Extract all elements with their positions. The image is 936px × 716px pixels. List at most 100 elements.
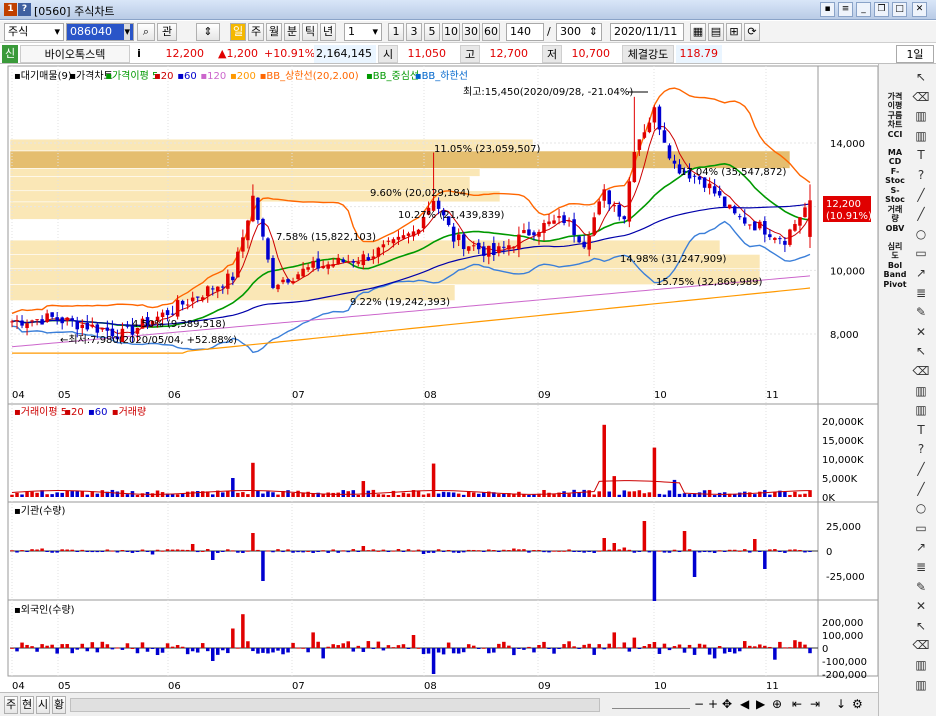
cursor-icon[interactable]: ↖ xyxy=(911,70,931,88)
lock-icon[interactable]: ⊞ xyxy=(726,23,742,41)
indicator-btn[interactable]: MA CD xyxy=(883,148,907,166)
chart-icon[interactable]: ▥ xyxy=(911,403,931,421)
market-select[interactable]: 주식 ▾ xyxy=(4,23,64,41)
refresh-icon[interactable]: ⟳ xyxy=(744,23,760,41)
line-icon[interactable]: ╱ xyxy=(911,207,931,225)
period-button[interactable]: 1일 xyxy=(896,45,934,63)
chart-icon[interactable]: ▥ xyxy=(911,129,931,147)
indicator-btn[interactable]: 거래 량 xyxy=(883,205,907,223)
scroll-right-icon[interactable]: ▶ xyxy=(756,697,765,711)
fib-icon[interactable]: ≣ xyxy=(911,560,931,578)
candle-body xyxy=(291,281,295,284)
help-icon[interactable]: ? xyxy=(18,3,31,16)
horizontal-scrollbar[interactable] xyxy=(70,698,600,712)
tab-market[interactable]: 시 xyxy=(36,696,50,714)
interval-1-button[interactable]: 1 xyxy=(388,23,404,41)
jump-start-icon[interactable]: ⇤ xyxy=(792,697,802,711)
zoom-slider[interactable] xyxy=(612,699,690,709)
line-icon[interactable]: ╱ xyxy=(911,188,931,206)
move-icon[interactable]: ✥ xyxy=(722,697,732,711)
month-button[interactable]: 월 xyxy=(266,23,282,41)
stock-name[interactable]: 바이오톡스텍 xyxy=(20,45,130,63)
interval-30-button[interactable]: 30 xyxy=(462,23,480,41)
tab-status[interactable]: 황 xyxy=(52,696,66,714)
circle-icon[interactable]: ○ xyxy=(911,227,931,245)
minute-button[interactable]: 분 xyxy=(284,23,300,41)
interval-3-button[interactable]: 3 xyxy=(406,23,422,41)
max-icon[interactable]: □ xyxy=(892,2,907,17)
count-select[interactable]: 1 ▾ xyxy=(344,23,382,41)
indicator-btn[interactable]: 구름 차트 xyxy=(883,111,907,129)
pin-icon[interactable]: ▪ xyxy=(820,2,835,17)
chart-icon[interactable]: ▥ xyxy=(911,109,931,127)
rect-icon[interactable]: ▭ xyxy=(911,246,931,264)
cursor-icon[interactable]: ↖ xyxy=(911,344,931,362)
circle-icon[interactable]: ○ xyxy=(911,501,931,519)
indicator-btn[interactable]: OBV xyxy=(883,224,907,233)
day-button[interactable]: 일 xyxy=(230,23,246,41)
text-icon[interactable]: T xyxy=(911,148,931,166)
chart-icon[interactable]: ▥ xyxy=(911,678,931,696)
copy-icon[interactable]: ❐ xyxy=(874,2,889,17)
pencil-icon[interactable]: ✎ xyxy=(911,580,931,598)
indicator-btn[interactable]: S- Stoc xyxy=(883,186,907,204)
grid-icon[interactable]: ▤ xyxy=(708,23,724,41)
line-icon[interactable]: ╱ xyxy=(911,482,931,500)
interval-10-button[interactable]: 10 xyxy=(442,23,460,41)
indicator-btn[interactable]: 가격 이평 xyxy=(883,92,907,110)
indicator-btn[interactable]: Bol Band xyxy=(883,261,907,279)
arrow-icon[interactable]: ↗ xyxy=(911,266,931,284)
watch-button[interactable]: 관 xyxy=(157,23,177,41)
chart-icon[interactable]: ▥ xyxy=(911,384,931,402)
search-icon[interactable]: ⌕ xyxy=(137,23,155,41)
week-button[interactable]: 주 xyxy=(248,23,264,41)
code-input[interactable]: 086040 ▾ xyxy=(66,23,134,41)
rect-icon[interactable]: ▭ xyxy=(911,521,931,539)
indicator-btn[interactable]: Pivot xyxy=(883,280,907,289)
line-icon[interactable]: ╱ xyxy=(911,462,931,480)
delete-icon[interactable]: ✕ xyxy=(911,325,931,343)
jump-end-icon[interactable]: ⇥ xyxy=(810,697,820,711)
question-icon[interactable]: ? xyxy=(911,442,931,460)
chart-icon[interactable]: ▥ xyxy=(911,658,931,676)
display-count-input[interactable]: 140 ⇕ xyxy=(506,23,544,41)
indicator-btn[interactable]: F- Stoc xyxy=(883,167,907,185)
cursor-icon[interactable]: ↖ xyxy=(911,619,931,637)
interval-60-button[interactable]: 60 xyxy=(482,23,500,41)
arrow-icon[interactable]: ↗ xyxy=(911,540,931,558)
total-count-input[interactable]: 300 ⇕ xyxy=(556,23,602,41)
close-icon[interactable]: ✕ xyxy=(912,2,927,17)
eraser-icon[interactable]: ⌫ xyxy=(911,638,931,656)
info-icon[interactable]: i xyxy=(132,45,146,63)
year-button[interactable]: 년 xyxy=(320,23,336,41)
pencil-icon[interactable]: ✎ xyxy=(911,305,931,323)
eraser-icon[interactable]: ⌫ xyxy=(911,364,931,382)
foreign-bar xyxy=(522,648,526,650)
date-input[interactable]: 2020/11/11 ▾ xyxy=(610,23,684,41)
min-icon[interactable]: _ xyxy=(856,2,871,17)
zoom-in-icon[interactable]: + xyxy=(708,697,718,711)
zoom-out-icon[interactable]: − xyxy=(694,697,704,711)
chart-area[interactable]: ▪대기매물(9)▪가격차트▪가격이평 5▪20 ▪60 ▪120 ▪200 ▪BB_상한… xyxy=(0,64,878,692)
question-icon[interactable]: ? xyxy=(911,168,931,186)
month-label: 05 xyxy=(58,681,71,692)
stepper-icon[interactable]: ⇕ xyxy=(196,23,220,41)
calendar-icon[interactable]: ▦ xyxy=(690,23,706,41)
reset-icon[interactable]: ⊕ xyxy=(772,697,782,711)
eraser-icon[interactable]: ⌫ xyxy=(911,90,931,108)
fib-icon[interactable]: ≣ xyxy=(911,286,931,304)
interval-5-button[interactable]: 5 xyxy=(424,23,440,41)
candle-body xyxy=(236,251,240,278)
settings-icon[interactable]: ≡ xyxy=(838,2,853,17)
config-icon[interactable]: ⚙ xyxy=(852,697,863,711)
tab-main[interactable]: 주 xyxy=(4,696,18,714)
indicator-btn[interactable]: 심리 도 xyxy=(883,242,907,260)
first-icon[interactable]: ↓ xyxy=(836,697,846,711)
foreign-bar xyxy=(346,641,351,648)
delete-icon[interactable]: ✕ xyxy=(911,599,931,617)
indicator-btn[interactable]: CCI xyxy=(883,130,907,139)
scroll-left-icon[interactable]: ◀ xyxy=(740,697,749,711)
tick-button[interactable]: 틱 xyxy=(302,23,318,41)
text-icon[interactable]: T xyxy=(911,423,931,441)
tab-current[interactable]: 현 xyxy=(20,696,34,714)
